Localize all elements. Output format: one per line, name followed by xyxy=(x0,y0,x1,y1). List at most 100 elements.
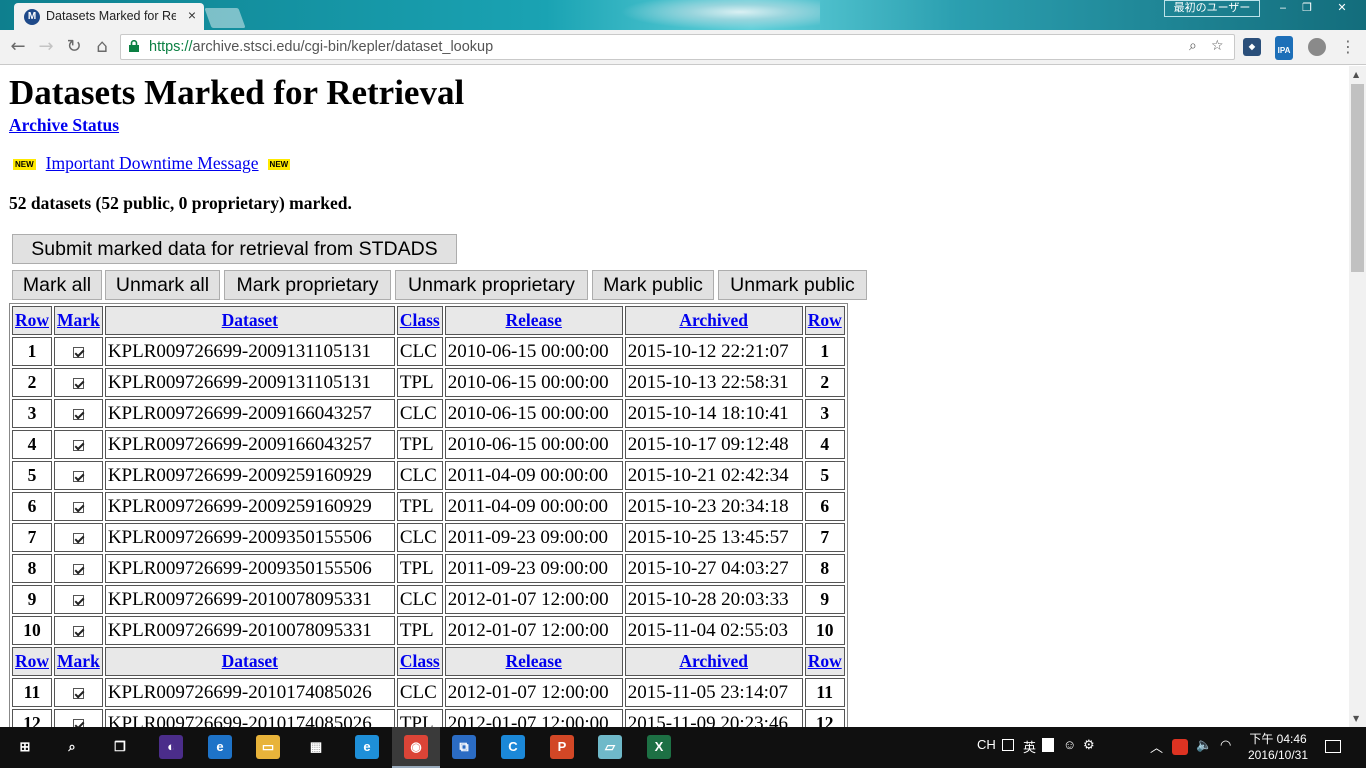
sort-column-link[interactable]: Row xyxy=(808,651,842,671)
new-tab-button[interactable] xyxy=(204,8,246,28)
ime-mode-indicator[interactable]: 英 xyxy=(1023,737,1036,756)
page-scrollbar[interactable]: ▲ ▼ xyxy=(1349,66,1366,727)
mark-checkbox[interactable] xyxy=(72,563,84,575)
sort-column-link[interactable]: Archived xyxy=(679,651,748,671)
mark-checkbox[interactable] xyxy=(72,470,84,482)
mark-public-button[interactable]: Mark public xyxy=(592,270,714,300)
unmark-proprietary-button[interactable]: Unmark proprietary xyxy=(395,270,588,300)
mark-checkbox[interactable] xyxy=(72,625,84,637)
row-number-cell: 9 xyxy=(12,585,53,614)
ime-settings-icon[interactable]: ⚙ xyxy=(1083,737,1095,753)
extension-grey-icon[interactable] xyxy=(1308,38,1326,56)
sort-column-link[interactable]: Archived xyxy=(679,310,748,330)
home-icon[interactable]: ⌂ xyxy=(91,36,113,58)
tab-close-icon[interactable]: × xyxy=(188,7,196,23)
sort-column-link[interactable]: Row xyxy=(15,651,49,671)
class-cell: TPL xyxy=(396,430,443,459)
show-hidden-icons-icon[interactable]: ︿ xyxy=(1150,737,1163,756)
zoom-icon[interactable]: ⌕ xyxy=(1189,38,1197,54)
sort-column-link[interactable]: Class xyxy=(400,651,440,671)
sort-column-link[interactable]: Mark xyxy=(57,310,100,330)
unmark-all-button[interactable]: Unmark all xyxy=(105,270,220,300)
ime-pad-icon[interactable] xyxy=(1002,739,1014,751)
submit-retrieval-button[interactable]: Submit marked data for retrieval from ST… xyxy=(12,234,457,264)
profile-button[interactable]: 最初のユーザー xyxy=(1164,0,1260,17)
action-center-icon[interactable] xyxy=(1325,740,1341,753)
mark-all-button[interactable]: Mark all xyxy=(12,270,102,300)
new-badge: NEW xyxy=(267,159,291,171)
sort-column-link[interactable]: Release xyxy=(506,310,562,330)
mark-cell xyxy=(54,461,103,490)
app-c-icon[interactable]: C xyxy=(501,735,525,759)
sort-column-link[interactable]: Row xyxy=(808,310,842,330)
mark-checkbox[interactable] xyxy=(72,346,84,358)
mark-checkbox[interactable] xyxy=(72,377,84,389)
back-icon[interactable]: ← xyxy=(7,36,29,58)
edge-icon[interactable]: e xyxy=(208,735,232,759)
sort-column-link[interactable]: Class xyxy=(400,310,440,330)
unmark-public-button[interactable]: Unmark public xyxy=(718,270,867,300)
reload-icon[interactable]: ↻ xyxy=(63,36,85,58)
chrome-icon[interactable]: ◉ xyxy=(404,735,428,759)
class-cell: CLC xyxy=(396,399,443,428)
archive-status-link[interactable]: Archive Status xyxy=(9,115,119,136)
mark-proprietary-button[interactable]: Mark proprietary xyxy=(224,270,391,300)
network-app-icon[interactable]: ⧉ xyxy=(452,735,476,759)
mark-cell xyxy=(54,585,103,614)
scrollbar-thumb[interactable] xyxy=(1351,84,1364,272)
browser-tab[interactable]: M Datasets Marked for Re × xyxy=(14,3,204,30)
sort-column-link[interactable]: Row xyxy=(15,310,49,330)
mark-checkbox[interactable] xyxy=(72,501,84,513)
app-tablet-icon[interactable]: ▱ xyxy=(598,735,622,759)
sort-column-link[interactable]: Dataset xyxy=(222,651,278,671)
sort-column-link[interactable]: Release xyxy=(506,651,562,671)
row-number-cell: 11 xyxy=(804,678,845,707)
mark-checkbox[interactable] xyxy=(72,687,84,699)
restore-icon[interactable]: ❐ xyxy=(1294,0,1320,17)
eclipse-icon[interactable]: ◐ xyxy=(159,735,183,759)
antivirus-tray-icon[interactable] xyxy=(1172,739,1188,755)
ime-fullwidth-icon[interactable] xyxy=(1042,738,1054,752)
volume-icon[interactable]: 🔈 xyxy=(1196,737,1212,753)
sort-column-link[interactable]: Mark xyxy=(57,651,100,671)
scroll-up-icon[interactable]: ▲ xyxy=(1353,70,1359,79)
column-header: Row xyxy=(804,306,845,335)
extension-shield-icon[interactable]: ◆ xyxy=(1243,38,1261,56)
language-indicator[interactable]: CH xyxy=(977,737,996,752)
store-icon[interactable]: ▦ xyxy=(304,735,328,759)
column-header: Class xyxy=(396,306,443,335)
menu-icon[interactable]: ⋮ xyxy=(1337,36,1359,58)
scroll-down-icon[interactable]: ▼ xyxy=(1353,714,1359,723)
table-row: 12 KPLR009726699-2010174085026 TPL 2012-01-… xyxy=(12,709,845,727)
table-header-row: Row Mark Dataset Class Release Archived Row xyxy=(12,306,845,335)
wifi-icon[interactable]: ◠ xyxy=(1220,737,1231,753)
browser-toolbar: ← → ↻ ⌂ https://archive.stsci.edu/cgi-bi… xyxy=(0,30,1366,65)
address-bar[interactable]: https://archive.stsci.edu/cgi-bin/kepler… xyxy=(120,34,1235,60)
internet-explorer-icon[interactable]: e xyxy=(355,735,379,759)
sort-column-link[interactable]: Dataset xyxy=(222,310,278,330)
file-explorer-icon[interactable]: ▭ xyxy=(256,735,280,759)
downtime-link[interactable]: Important Downtime Message xyxy=(46,153,259,173)
row-number-cell: 9 xyxy=(804,585,845,614)
mark-checkbox[interactable] xyxy=(72,594,84,606)
search-icon[interactable]: ⌕ xyxy=(60,735,84,759)
windows-start-icon[interactable]: ⊞ xyxy=(13,735,37,759)
close-window-icon[interactable]: ✕ xyxy=(1322,0,1362,17)
column-header: Class xyxy=(396,647,443,676)
dataset-cell: KPLR009726699-2009166043257 xyxy=(104,399,395,428)
minimize-icon[interactable]: ‒ xyxy=(1270,0,1296,17)
forward-icon[interactable]: → xyxy=(35,36,57,58)
ime-emoji-icon[interactable]: ☺ xyxy=(1063,737,1076,752)
bookmark-star-icon[interactable]: ☆ xyxy=(1211,38,1224,54)
excel-icon[interactable]: X xyxy=(647,735,671,759)
mark-checkbox[interactable] xyxy=(72,408,84,420)
mark-checkbox[interactable] xyxy=(72,439,84,451)
mark-checkbox[interactable] xyxy=(72,532,84,544)
ipa-extension-icon[interactable]: IPA xyxy=(1275,36,1293,60)
task-view-icon[interactable]: ❐ xyxy=(108,735,132,759)
mark-checkbox[interactable] xyxy=(72,718,84,727)
system-clock[interactable]: 下午 04:46 2016/10/31 xyxy=(1246,731,1310,763)
mark-cell xyxy=(54,430,103,459)
powerpoint-icon[interactable]: P xyxy=(550,735,574,759)
column-header: Mark xyxy=(54,306,103,335)
